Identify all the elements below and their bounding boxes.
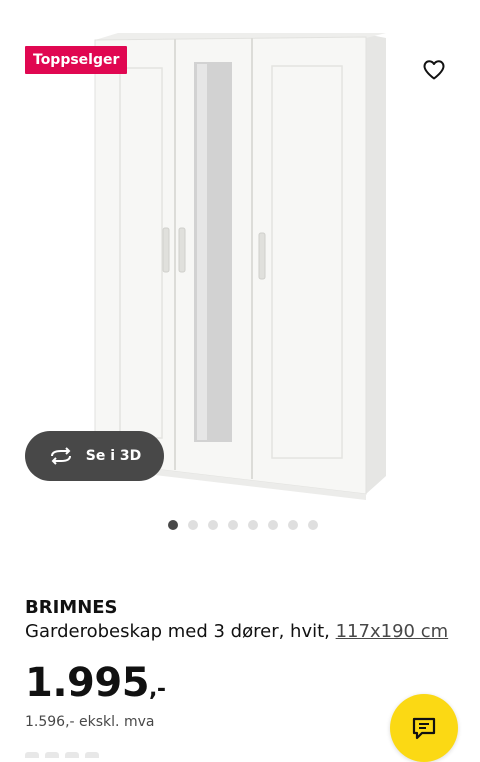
carousel-dot[interactable] [248, 520, 258, 530]
star-icon [45, 752, 59, 758]
star-icon [85, 752, 99, 758]
product-size-link[interactable]: 117x190 cm [336, 621, 449, 642]
carousel-dot[interactable] [228, 520, 238, 530]
rotate-3d-icon [50, 447, 71, 465]
carousel-dot[interactable] [288, 520, 298, 530]
chat-button[interactable] [390, 694, 458, 762]
product-description: Garderobeskap med 3 dører, hvit, 117x190… [25, 621, 448, 642]
price-excl-vat: 1.596,- ekskl. mva [25, 714, 155, 730]
product-price: 1.995,- [25, 660, 166, 706]
carousel-dot[interactable] [188, 520, 198, 530]
carousel-dot[interactable] [308, 520, 318, 530]
price-suffix: ,- [149, 677, 166, 702]
product-brand: BRIMNES [25, 597, 118, 618]
carousel-dot[interactable] [208, 520, 218, 530]
carousel-pagination [168, 520, 318, 530]
topseller-badge: Toppselger [25, 46, 128, 74]
carousel-dot[interactable] [268, 520, 278, 530]
chat-bubble-icon [412, 717, 436, 740]
view-in-3d-button[interactable]: Se i 3D [25, 431, 164, 481]
price-main: 1.995 [25, 660, 150, 706]
star-icon [65, 752, 79, 758]
product-description-text: Garderobeskap med 3 dører, hvit, [25, 621, 330, 642]
carousel-dot-active[interactable] [168, 520, 178, 530]
rating-stars [25, 752, 99, 758]
product-image-carousel[interactable]: Toppselger Se i 3D [0, 0, 480, 510]
favourite-button[interactable] [412, 48, 456, 92]
view-in-3d-label: Se i 3D [85, 448, 142, 464]
star-icon [25, 752, 39, 758]
heart-outline-icon [423, 60, 445, 80]
